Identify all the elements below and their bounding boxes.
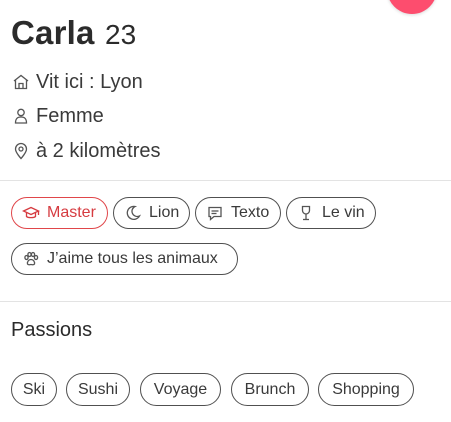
profile-age: 23 [105,19,137,50]
house-icon [12,73,30,91]
wine-glass-icon [297,204,315,222]
paw-icon [22,250,40,268]
passion-chip[interactable]: Brunch [231,373,309,406]
chip-pets[interactable]: J’aime tous les animaux [11,243,238,275]
info-residence-text: Vit ici : Lyon [36,70,143,93]
divider [0,301,451,302]
passion-chip[interactable]: Sushi [66,373,130,406]
passion-chip[interactable]: Ski [11,373,57,406]
like-button[interactable] [387,0,437,14]
person-icon [12,107,30,125]
chip-communication[interactable]: Texto [195,197,281,229]
graduation-cap-icon [22,204,40,222]
chip-drinking[interactable]: Le vin [286,197,376,229]
info-gender: Femme [12,103,104,129]
chip-zodiac[interactable]: Lion [113,197,190,229]
divider [0,180,451,181]
chip-pets-label: J’aime tous les animaux [47,250,218,267]
chip-education-label: Master [47,204,96,221]
chip-communication-label: Texto [231,204,270,221]
location-pin-icon [12,142,30,160]
moon-icon [124,204,142,222]
chip-education[interactable]: Master [11,197,108,229]
info-distance-text: à 2 kilomètres [36,139,161,162]
info-gender-text: Femme [36,104,104,127]
profile-name: Carla [11,14,95,51]
chip-drinking-label: Le vin [322,204,365,221]
chat-bubble-icon [206,204,224,222]
info-residence: Vit ici : Lyon [12,69,143,95]
passions-title: Passions [11,319,93,341]
info-distance: à 2 kilomètres [12,138,161,164]
passion-chip[interactable]: Shopping [318,373,414,406]
chip-zodiac-label: Lion [149,204,180,221]
passion-chip[interactable]: Voyage [140,373,221,406]
profile-header: Carla 23 [11,14,136,52]
